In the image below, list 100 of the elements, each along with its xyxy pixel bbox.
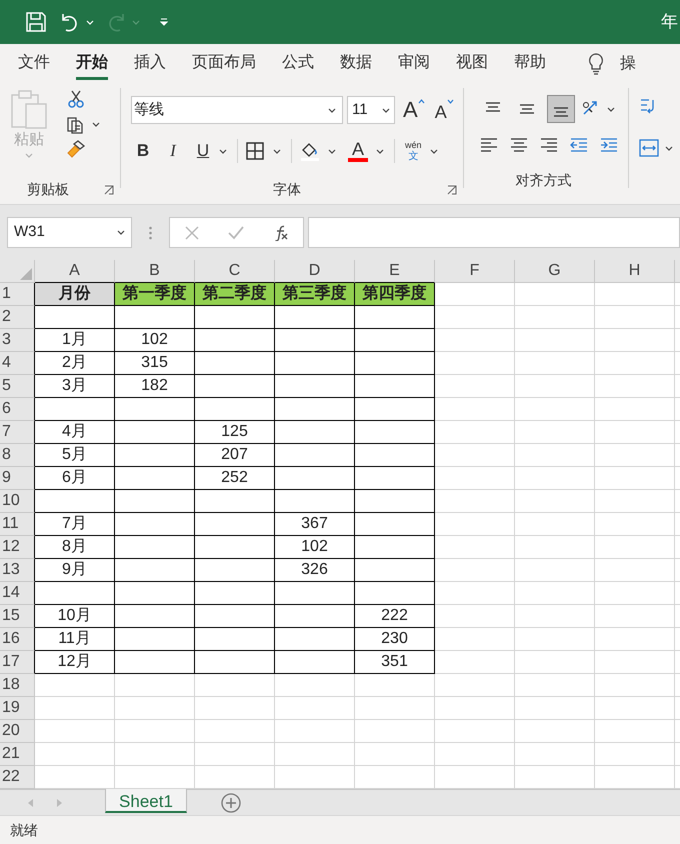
name-box[interactable]: W31 — [7, 217, 132, 248]
row-header[interactable]: 8 — [0, 444, 35, 467]
row-header[interactable]: 11 — [0, 513, 35, 536]
caret-icon[interactable] — [273, 148, 281, 154]
ribbon-tab[interactable]: 页面布局 — [192, 48, 256, 80]
row-header[interactable]: 20 — [0, 720, 35, 743]
lightbulb-icon[interactable] — [588, 53, 604, 75]
bold-button[interactable]: B — [135, 138, 151, 164]
table-cell: 第四季度 — [355, 283, 435, 306]
table-cell: 222 — [355, 605, 435, 628]
dialog-launcher-icon[interactable] — [104, 184, 114, 194]
add-sheet-icon[interactable] — [221, 793, 241, 813]
save-icon[interactable] — [25, 11, 47, 33]
phonetic-guide-button[interactable]: wén 文 — [405, 140, 422, 162]
table-cell: 230 — [355, 628, 435, 651]
caret-icon[interactable] — [219, 148, 227, 154]
table-cell: 月份 — [35, 283, 115, 306]
tell-me-label[interactable]: 操 — [620, 52, 636, 76]
ribbon-tab[interactable]: 开始 — [76, 48, 108, 80]
merge-center-icon[interactable] — [639, 138, 659, 158]
ribbon-tab[interactable]: 审阅 — [398, 48, 430, 80]
caret-icon[interactable] — [117, 230, 125, 235]
caret-icon[interactable] — [665, 146, 673, 150]
caret-icon[interactable] — [328, 148, 336, 154]
group-label: 剪贴板 — [27, 180, 69, 199]
fill-color-icon[interactable] — [300, 141, 320, 161]
row-header[interactable]: 3 — [0, 329, 35, 352]
row-header[interactable]: 22 — [0, 766, 35, 789]
table-cell: 125 — [195, 421, 275, 444]
caret-icon — [446, 99, 454, 104]
row-header[interactable]: 21 — [0, 743, 35, 766]
ribbon-tab[interactable]: 公式 — [282, 48, 314, 80]
table-cell: 5月 — [35, 444, 115, 467]
font-color-button[interactable]: A — [348, 140, 368, 162]
row-header[interactable]: 10 — [0, 490, 35, 513]
function-icon[interactable] — [272, 224, 288, 240]
table-cell: 1月 — [35, 329, 115, 352]
caret-icon[interactable] — [376, 148, 384, 154]
ribbon-tab[interactable]: 数据 — [340, 48, 372, 80]
caret-icon[interactable] — [382, 108, 390, 112]
font-name-field[interactable]: 等线 — [131, 96, 343, 124]
caret-icon[interactable] — [607, 106, 615, 112]
align-bottom-icon[interactable] — [547, 95, 575, 123]
caret-icon[interactable] — [430, 148, 438, 154]
row-header[interactable]: 2 — [0, 306, 35, 329]
font-size-field[interactable]: 11 — [347, 96, 395, 124]
row-header[interactable]: 7 — [0, 421, 35, 444]
row-header[interactable]: 1 — [0, 283, 35, 306]
table-cell: 9月 — [35, 559, 115, 582]
row-header[interactable]: 17 — [0, 651, 35, 674]
group-label: 对齐方式 — [516, 171, 572, 190]
row-header[interactable]: 4 — [0, 352, 35, 375]
check-icon[interactable] — [228, 226, 244, 240]
ribbon-tab[interactable]: 视图 — [456, 48, 488, 80]
scissors-icon[interactable] — [66, 89, 86, 109]
underline-button[interactable]: U — [195, 138, 211, 164]
status-text: 就绪 — [10, 820, 38, 840]
dialog-launcher-icon[interactable] — [447, 184, 457, 194]
table-cell: 第三季度 — [275, 283, 355, 306]
row-header[interactable]: 15 — [0, 605, 35, 628]
formula-field[interactable] — [308, 217, 680, 248]
column-header[interactable]: F — [435, 260, 515, 283]
table-cell: 102 — [275, 536, 355, 559]
shrink-font-button[interactable]: A — [434, 103, 447, 121]
group-label: 字体 — [273, 180, 301, 199]
table-cell: 6月 — [35, 467, 115, 490]
table-cell: 207 — [195, 444, 275, 467]
table-cell: 252 — [195, 467, 275, 490]
table-cell: 12月 — [35, 651, 115, 674]
row-header[interactable]: 5 — [0, 375, 35, 398]
table-cell: 315 — [115, 352, 195, 375]
caret-icon[interactable] — [92, 122, 100, 126]
borders-icon[interactable] — [245, 141, 265, 161]
italic-button[interactable]: I — [165, 138, 181, 164]
grow-font-button[interactable]: A — [403, 99, 418, 121]
window-title: 年 — [661, 11, 679, 34]
table-cell: 8月 — [35, 536, 115, 559]
row-header[interactable]: 6 — [0, 398, 35, 421]
column-header[interactable]: H — [595, 260, 675, 283]
column-header[interactable]: G — [515, 260, 595, 283]
sheet-tab[interactable]: Sheet1 — [105, 789, 187, 813]
row-header[interactable]: 9 — [0, 467, 35, 490]
table-cell: 367 — [275, 513, 355, 536]
row-header[interactable]: 12 — [0, 536, 35, 559]
table-cell: 102 — [115, 329, 195, 352]
row-header[interactable]: 13 — [0, 559, 35, 582]
ribbon-tab[interactable]: 帮助 — [514, 48, 546, 80]
caret-icon[interactable] — [328, 108, 336, 112]
grip-icon — [149, 226, 152, 240]
row-header[interactable]: 19 — [0, 697, 35, 720]
table-cell: 4月 — [35, 421, 115, 444]
ribbon-tab[interactable]: 文件 — [18, 48, 50, 80]
ribbon-tab[interactable]: 插入 — [134, 48, 166, 80]
row-header[interactable]: 18 — [0, 674, 35, 697]
customize-icon[interactable] — [160, 18, 168, 26]
row-header[interactable]: 16 — [0, 628, 35, 651]
table-cell: 3月 — [35, 375, 115, 398]
format-painter-icon[interactable] — [66, 139, 86, 159]
row-header[interactable]: 14 — [0, 582, 35, 605]
table-cell: 7月 — [35, 513, 115, 536]
